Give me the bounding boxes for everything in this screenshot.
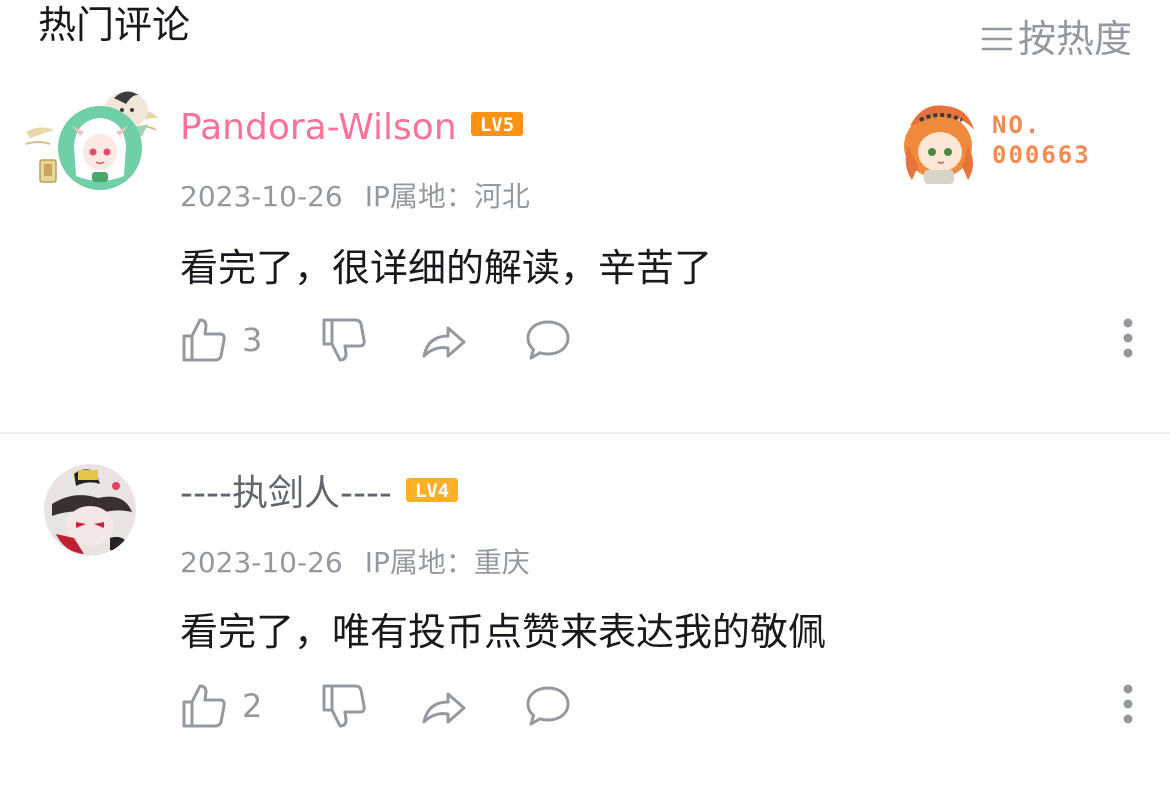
comment-bubble-icon <box>526 320 570 360</box>
share-button[interactable] <box>420 682 468 730</box>
thumbs-down-icon <box>322 318 366 362</box>
sort-icon <box>981 27 1013 51</box>
more-options-button[interactable] <box>1116 316 1140 364</box>
thumbs-up-icon <box>182 684 226 728</box>
thumbs-up-icon <box>182 318 226 362</box>
avatar-with-pendant[interactable] <box>22 84 162 196</box>
share-icon <box>422 326 466 358</box>
comment-meta: 2023-10-26 IP属地：河北 <box>180 180 530 214</box>
dislike-button[interactable] <box>320 682 368 730</box>
level-badge: LV4 <box>405 470 458 514</box>
more-options-button[interactable] <box>1116 682 1140 730</box>
comment-text: 看完了，很详细的解读，辛苦了 <box>180 246 713 290</box>
sort-label: 按热度 <box>1017 17 1132 61</box>
comment-item: Pandora-Wilson LV5 NO. 000663 2023-10-26… <box>0 78 1170 432</box>
username-text: ----执剑人---- <box>180 473 392 514</box>
fan-number: NO. 000663 <box>992 110 1091 170</box>
share-button[interactable] <box>420 316 468 364</box>
dislike-button[interactable] <box>320 316 368 364</box>
username-text: Pandora-Wilson <box>180 107 457 148</box>
fan-number-prefix: NO. <box>992 111 1042 139</box>
username[interactable]: ----执剑人---- LV4 <box>180 472 458 517</box>
like-button[interactable]: 2 <box>180 682 262 730</box>
more-vertical-icon <box>1123 318 1133 358</box>
reply-button[interactable] <box>524 316 572 364</box>
fan-badge-character-icon <box>904 105 974 184</box>
like-count: 2 <box>242 687 263 725</box>
comment-actions: 3 <box>180 316 1140 364</box>
section-title: 热门评论 <box>38 3 191 47</box>
divider <box>0 432 1170 434</box>
comment-date: 2023-10-26 <box>180 180 343 213</box>
comment-bubble-icon <box>526 686 570 726</box>
sort-by-hot-button[interactable]: 按热度 <box>980 16 1132 62</box>
avatar[interactable] <box>44 464 136 556</box>
like-button[interactable]: 3 <box>180 316 262 364</box>
thumbs-down-icon <box>322 684 366 728</box>
comment-item: ----执剑人---- LV4 2023-10-26 IP属地：重庆 看完了，唯有… <box>0 436 1170 796</box>
comment-text: 看完了，唯有投币点赞来表达我的敬佩 <box>180 610 827 654</box>
level-lv4-icon: LV4 <box>405 478 458 502</box>
comment-section: 热门评论 按热度 Pandora-Wilson LV5 NO. 000663 2… <box>0 0 1170 796</box>
comment-date: 2023-10-26 <box>180 546 343 579</box>
more-vertical-icon <box>1123 684 1133 724</box>
ip-location: IP属地：重庆 <box>364 546 530 579</box>
level-text: LV4 <box>415 480 449 502</box>
comment-meta: 2023-10-26 IP属地：重庆 <box>180 546 530 580</box>
avatar <box>58 106 142 190</box>
share-icon <box>422 692 466 724</box>
fan-badge[interactable]: NO. 000663 <box>900 96 1110 186</box>
ip-location: IP属地：河北 <box>364 180 530 213</box>
fan-number-value: 000663 <box>992 141 1091 169</box>
level-lv5-icon: LV5 <box>470 112 523 136</box>
comment-actions: 2 <box>180 682 1140 730</box>
level-text: LV5 <box>479 114 513 136</box>
username[interactable]: Pandora-Wilson LV5 <box>180 106 523 151</box>
reply-button[interactable] <box>524 682 572 730</box>
like-count: 3 <box>242 321 263 359</box>
level-badge: LV5 <box>470 104 523 148</box>
